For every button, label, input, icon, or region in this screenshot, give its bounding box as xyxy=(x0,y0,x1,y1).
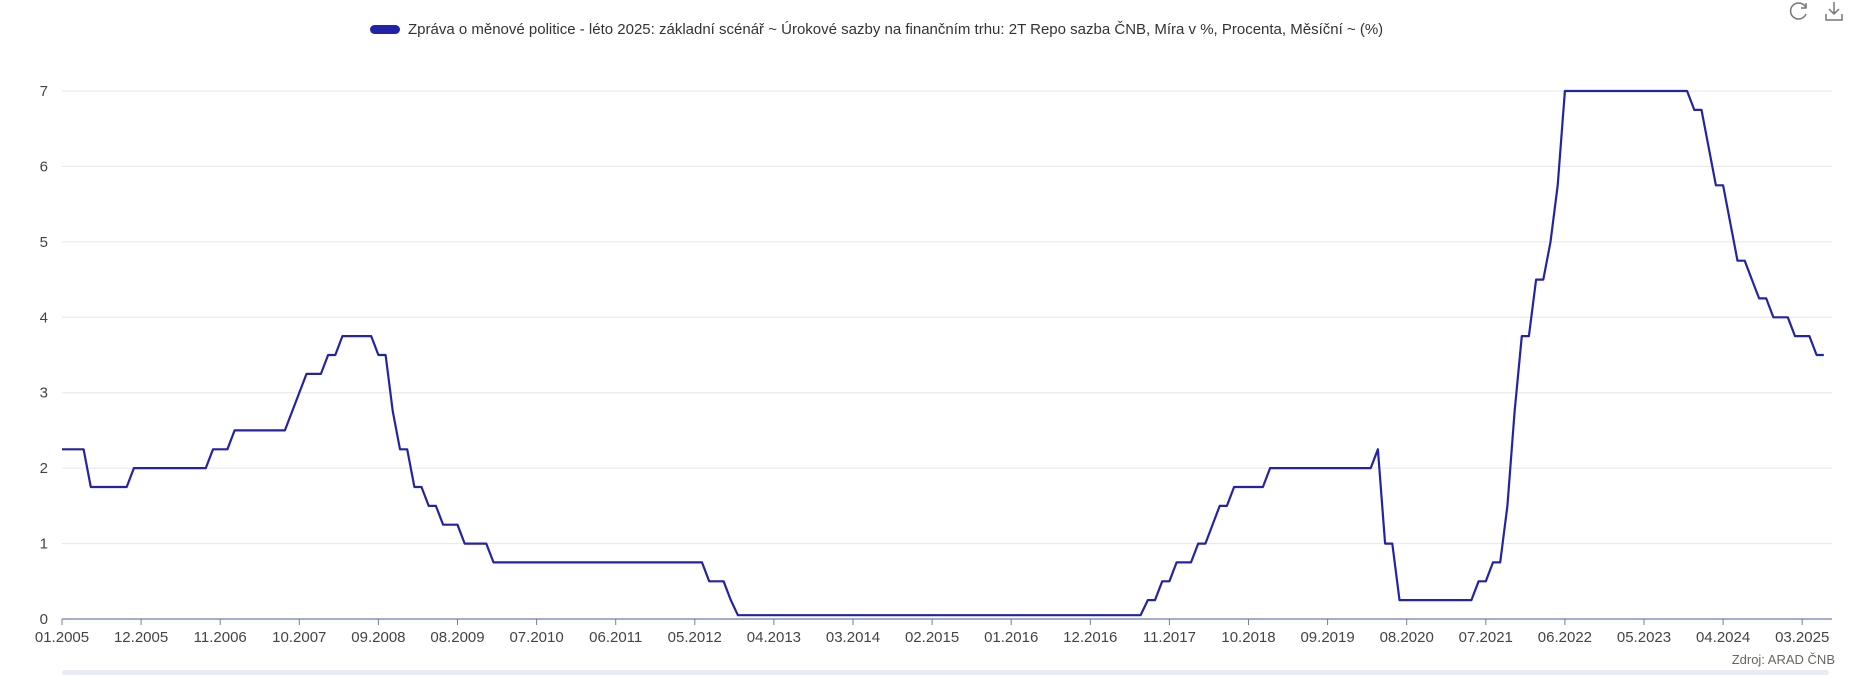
x-tick-label: 01.2005 xyxy=(35,629,89,646)
y-tick-label: 0 xyxy=(40,611,48,628)
x-tick-label: 04.2024 xyxy=(1696,629,1750,646)
x-tick-label: 09.2008 xyxy=(351,629,405,646)
x-tick-label: 07.2010 xyxy=(509,629,563,646)
x-tick-label: 01.2016 xyxy=(984,629,1038,646)
x-tick-label: 12.2005 xyxy=(114,629,168,646)
x-tick-label: 03.2014 xyxy=(826,629,880,646)
x-tick-label: 09.2019 xyxy=(1300,629,1354,646)
x-tick-label: 03.2025 xyxy=(1775,629,1829,646)
x-tick-label: 10.2018 xyxy=(1221,629,1275,646)
x-tick-label: 02.2015 xyxy=(905,629,959,646)
x-tick-label: 06.2011 xyxy=(589,629,642,646)
x-tick-label: 06.2022 xyxy=(1538,629,1592,646)
x-tick-label: 11.2006 xyxy=(194,629,247,646)
x-axis: 01.2005 12.2005 11.2006 10.2007 09.2008 08.20… xyxy=(35,618,1832,646)
x-tick-label: 04.2013 xyxy=(747,629,801,646)
y-axis-ticks: 0 1 2 3 4 5 6 7 xyxy=(40,83,48,628)
y-tick-label: 1 xyxy=(40,536,48,553)
x-tick-label: 10.2007 xyxy=(272,629,326,646)
x-tick-label: 12.2016 xyxy=(1063,629,1117,646)
y-tick-label: 4 xyxy=(40,309,48,326)
source-note: Zdroj: ARAD ČNB xyxy=(1731,652,1835,667)
horizontal-scrollbar[interactable] xyxy=(62,670,1829,675)
x-tick-label: 08.2009 xyxy=(430,629,484,646)
x-tick-label: 11.2017 xyxy=(1143,629,1196,646)
grid-lines xyxy=(62,90,1832,545)
x-tick-label: 07.2021 xyxy=(1459,629,1513,646)
series-line[interactable] xyxy=(62,89,1824,617)
line-chart: 0 1 2 3 4 5 6 7 01.2005 12.2005 11.2006 10.2007 09.… xyxy=(35,83,1832,646)
y-tick-label: 7 xyxy=(40,83,48,100)
y-tick-label: 5 xyxy=(40,234,48,251)
x-tick-label: 05.2023 xyxy=(1617,629,1671,646)
y-tick-label: 2 xyxy=(40,460,48,477)
y-tick-label: 6 xyxy=(40,158,48,175)
x-tick-label: 05.2012 xyxy=(668,629,722,646)
y-tick-label: 3 xyxy=(40,385,48,402)
series-layer[interactable] xyxy=(62,89,1824,617)
x-tick-label: 08.2020 xyxy=(1380,629,1434,646)
